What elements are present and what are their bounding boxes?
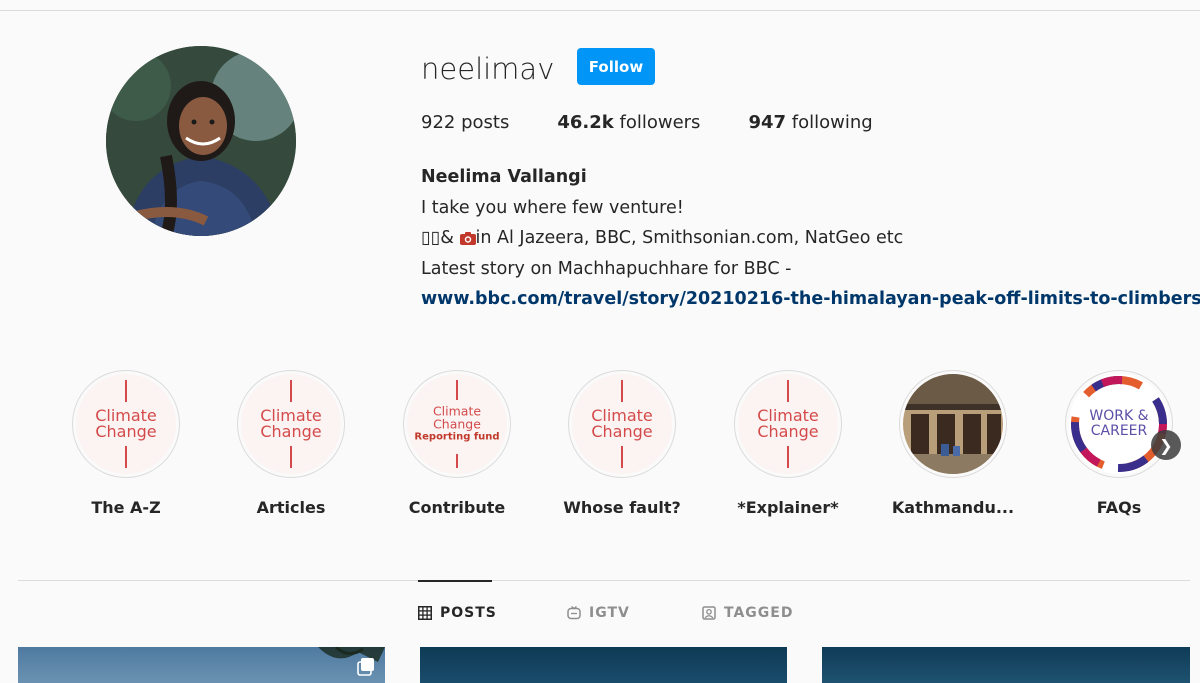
avatar-photo: [106, 46, 296, 236]
highlight-cover: Climate Change: [76, 374, 176, 474]
post-thumbnail[interactable]: [420, 647, 787, 683]
followers-count-label: followers: [619, 112, 701, 133]
highlight-label: The A-Z: [91, 498, 161, 517]
highlight-label: Kathmandu...: [891, 498, 1015, 517]
highlight-ring: Climate Change Reporting fund: [403, 370, 511, 478]
profile-full-name: Neelima Vallangi: [421, 167, 587, 187]
multiple-posts-icon: [357, 658, 374, 676]
highlight-cover: WORK & CAREER: [1069, 374, 1169, 474]
highlight-label: *Explainer*: [737, 498, 839, 517]
highlight-cover: Climate Change: [738, 374, 838, 474]
post-thumbnail[interactable]: [18, 647, 385, 683]
cover-line-2: Change: [591, 422, 653, 441]
bio-line-1: I take you where few venture!: [421, 197, 684, 218]
highlight-label: Whose fault?: [563, 498, 681, 517]
highlight-ring: WORK & CAREER: [1065, 370, 1173, 478]
grid-icon: [418, 606, 432, 620]
igtv-icon: [567, 606, 581, 620]
cover-divider-top: [621, 380, 623, 402]
highlight-ring: Climate Change: [734, 370, 842, 478]
highlight-cover: [903, 374, 1003, 474]
posts-count-label: posts: [461, 112, 510, 133]
posts-count: 922 posts: [421, 112, 509, 133]
highlight-whose-fault[interactable]: Climate Change Whose fault?: [552, 370, 692, 517]
profile-bio: Neelima Vallangi I take you where few ve…: [421, 162, 1200, 315]
cover-divider-bottom: [290, 446, 292, 468]
highlight-label: Contribute: [408, 498, 506, 517]
highlight-explainer[interactable]: Climate Change *Explainer*: [718, 370, 858, 517]
cover-divider-top: [456, 380, 458, 400]
chevron-right-icon[interactable]: ❯: [1151, 430, 1181, 460]
cover-divider-bottom: [456, 454, 458, 468]
profile-username: neelimav: [421, 52, 555, 86]
highlight-ring: Climate Change: [237, 370, 345, 478]
highlight-ring: Climate Change: [568, 370, 676, 478]
tab-tagged-label: TAGGED: [724, 605, 794, 621]
tab-igtv-label: IGTV: [589, 605, 630, 621]
highlight-ring: [899, 370, 1007, 478]
tab-posts-label: POSTS: [440, 605, 497, 621]
tab-tagged[interactable]: TAGGED: [702, 605, 793, 621]
tabs-divider: [18, 580, 1190, 581]
cover-line-1: WORK &: [1089, 408, 1149, 424]
cover-line-2: Change: [260, 422, 322, 441]
cover-text: Climate Change: [76, 408, 176, 440]
followers-count-number: 46.2k: [557, 112, 614, 133]
followers-link[interactable]: 46.2k followers: [557, 112, 700, 133]
highlight-cover: Climate Change Reporting fund: [407, 374, 507, 474]
following-count-label: following: [791, 112, 873, 133]
cover-divider-bottom: [125, 446, 127, 468]
cover-line-3: Reporting fund: [414, 431, 500, 443]
cover-text: Climate Change: [738, 408, 838, 440]
tab-igtv[interactable]: IGTV: [567, 605, 630, 621]
highlight-articles[interactable]: Climate Change Articles: [221, 370, 361, 517]
profile-avatar[interactable]: [106, 46, 296, 236]
bio-line-2: ▯▯& in Al Jazeera, BBC, Smithsonian.com,…: [421, 223, 1200, 254]
cover-divider-top: [787, 380, 789, 402]
tab-posts[interactable]: POSTS: [418, 605, 497, 621]
bio-line-2-text: in Al Jazeera, BBC, Smithsonian.com, Nat…: [475, 228, 904, 248]
post-thumbnail[interactable]: [822, 647, 1190, 683]
building-photo-icon: [903, 374, 1003, 474]
cover-line-2: Change: [95, 422, 157, 441]
bio-line-2-prefix: ▯▯&: [421, 228, 454, 248]
highlight-kathmandu[interactable]: Kathmandu...: [883, 370, 1023, 517]
camera-icon: [459, 232, 476, 245]
following-link[interactable]: 947 following: [748, 112, 872, 133]
cover-text: Climate Change: [241, 408, 341, 440]
top-divider: [0, 10, 1200, 11]
highlight-ring: Climate Change: [72, 370, 180, 478]
cover-text: Climate Change: [572, 408, 672, 440]
profile-tabs: POSTS IGTV TAGGED: [0, 605, 1200, 629]
cover-divider-top: [290, 380, 292, 402]
tagged-icon: [702, 606, 716, 620]
highlight-label: Articles: [256, 498, 326, 517]
story-highlights: Climate Change The A-Z Climate Change Ar…: [0, 370, 1200, 520]
following-count-number: 947: [748, 112, 787, 133]
post-photo: [318, 647, 385, 662]
cover-text: Climate Change Reporting fund: [407, 405, 507, 444]
profile-stats: 922 posts 46.2k followers 947 following: [421, 112, 921, 133]
highlight-cover: Climate Change: [572, 374, 672, 474]
cover-line-2: Change: [757, 422, 819, 441]
cover-line-2: Change: [433, 416, 481, 432]
posts-count-number: 922: [421, 112, 456, 133]
bio-line-3: Latest story on Machhapuchhare for BBC -: [421, 258, 792, 279]
cover-divider-bottom: [621, 446, 623, 468]
highlight-contribute[interactable]: Climate Change Reporting fund Contribute: [387, 370, 527, 517]
cover-divider-bottom: [787, 446, 789, 468]
highlight-the-a-z[interactable]: Climate Change The A-Z: [56, 370, 196, 517]
highlight-label: FAQs: [1096, 498, 1142, 517]
follow-button[interactable]: Follow: [577, 48, 655, 85]
highlight-cover: Climate Change: [241, 374, 341, 474]
bio-website-link[interactable]: www.bbc.com/travel/story/20210216-the-hi…: [421, 289, 1200, 309]
active-tab-indicator: [418, 580, 492, 582]
cover-divider-top: [125, 380, 127, 402]
